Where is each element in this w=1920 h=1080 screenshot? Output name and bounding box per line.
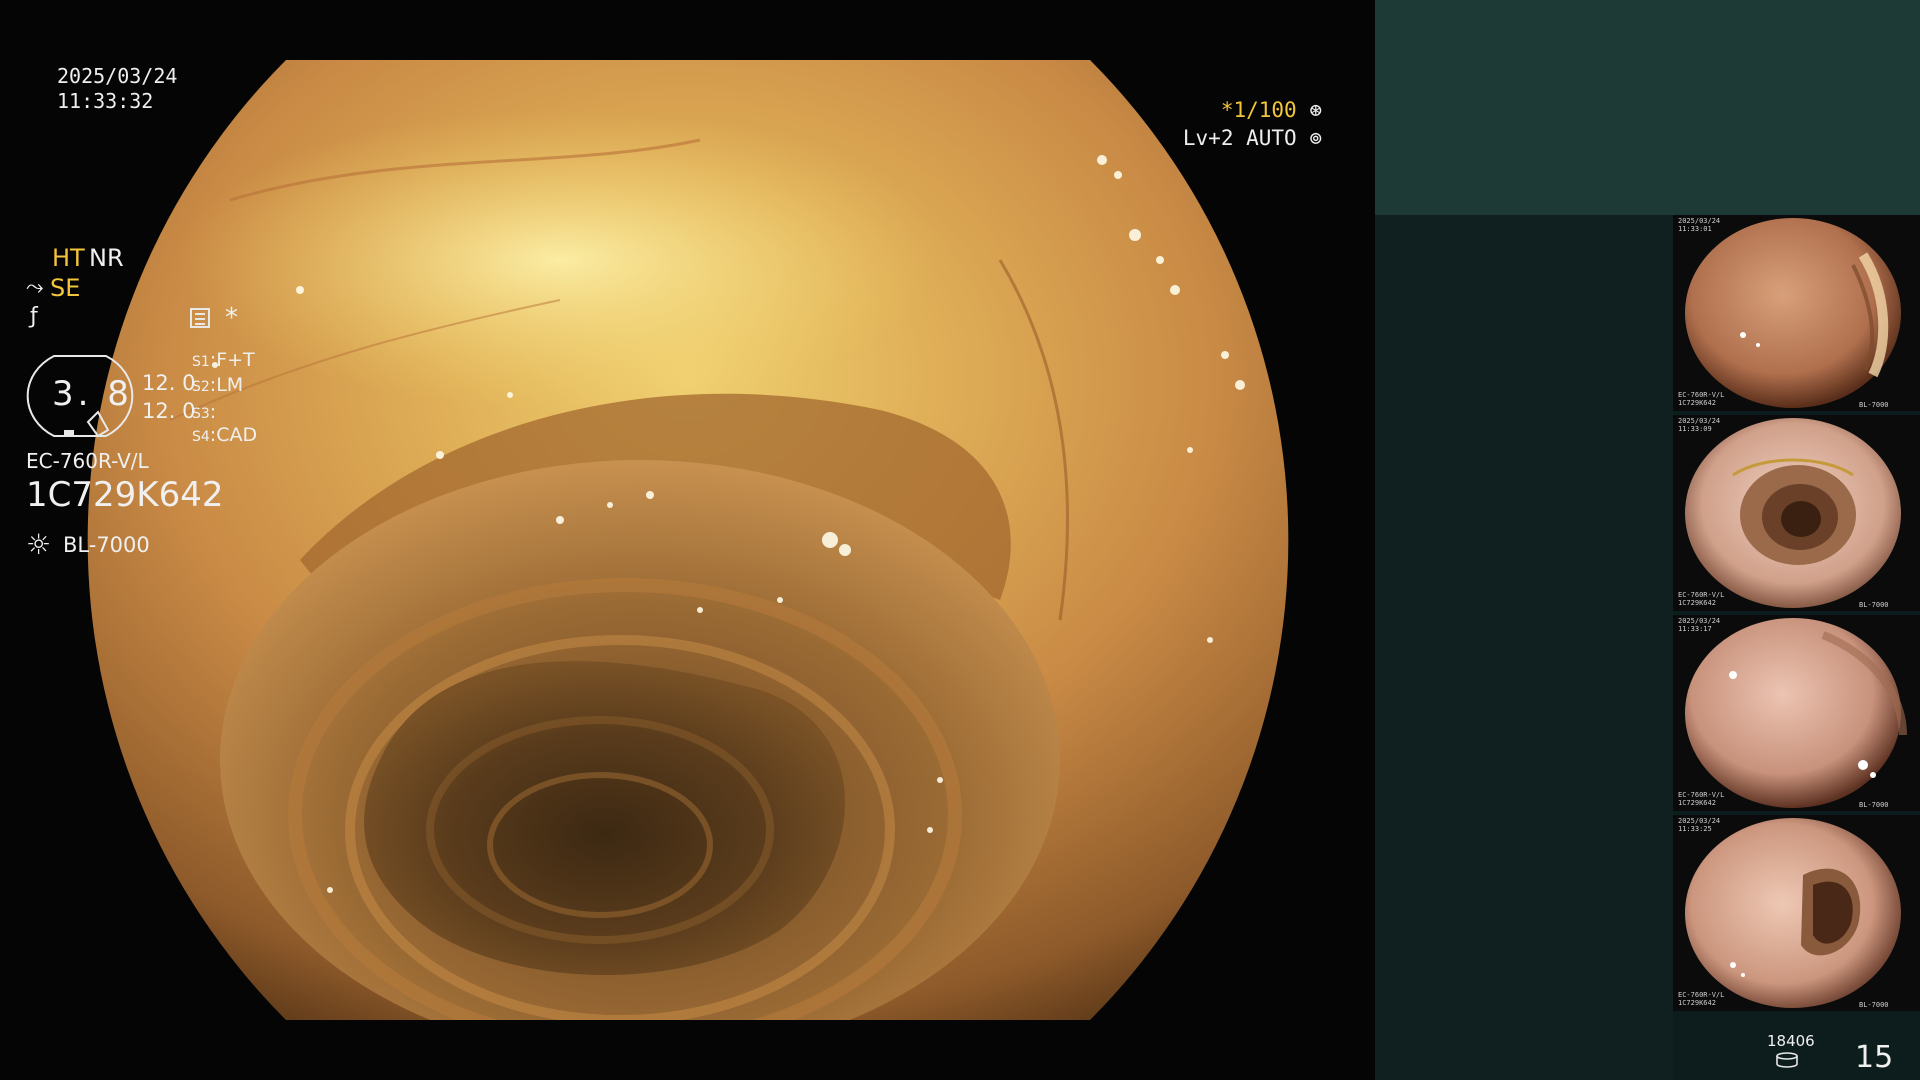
thumbnail-3-date: 2025/03/24	[1678, 617, 1721, 625]
memo-marker: *	[225, 303, 238, 333]
thumbnail-4-date: 2025/03/24	[1678, 817, 1721, 825]
thumbnail-2[interactable]: 2025/03/24 11:33:09 EC-760R-V/L 1C729K64…	[1673, 415, 1920, 611]
memo-icon	[190, 308, 210, 328]
thumbnail-3-model: EC-760R-V/L	[1678, 791, 1725, 799]
storage-image-count: 18406	[1767, 1032, 1815, 1050]
switch-s1-key: S1	[192, 354, 210, 370]
thumbnail-1[interactable]: 2025/03/24 11:33:01 EC-760R-V/L 1C729K64…	[1673, 215, 1920, 411]
live-endoscope-view: 2025/03/24 11:33:32 *1/100 ⊛ Lv+2 AUTO ⊚	[0, 0, 1375, 1080]
thumbnail-3-serial: 1C729K642	[1678, 799, 1716, 807]
panel-header-area	[1375, 0, 1920, 215]
thumbnail-1-light: BL-7000	[1859, 401, 1889, 409]
switch-s1-value: F+T	[216, 349, 255, 371]
thumbnail-2-light: BL-7000	[1859, 601, 1889, 609]
exam-time: 11:33:32	[57, 89, 154, 113]
switch-s2: S2:LM	[192, 374, 244, 396]
thumbnail-2-serial: 1C729K642	[1678, 599, 1716, 607]
thumbnail-3-light: BL-7000	[1859, 801, 1889, 809]
thumbnail-2-time: 11:33:09	[1678, 425, 1712, 433]
shutter-speed: *1/100 ⊛	[1221, 98, 1322, 122]
gain-value-2: 12. 0	[142, 399, 196, 423]
thumbnail-1-serial: 1C729K642	[1678, 399, 1716, 407]
switch-s3: S3:	[192, 401, 217, 423]
thumbnail-2-model: EC-760R-V/L	[1678, 591, 1725, 599]
thumbnail-3[interactable]: 2025/03/24 11:33:17 EC-760R-V/L 1C729K64…	[1673, 615, 1920, 811]
thumbnail-4-light: BL-7000	[1859, 1001, 1889, 1009]
level-value: Lv+2 AUTO	[1182, 126, 1297, 150]
thumbnail-4-serial: 1C729K642	[1678, 999, 1716, 1007]
ht-mode-indicator: HT	[52, 244, 85, 272]
switch-s3-key: S3	[192, 406, 210, 422]
thumbnail-2-date: 2025/03/24	[1678, 417, 1721, 425]
captured-image-count: 15	[1855, 1040, 1894, 1075]
thumbnail-1-time: 11:33:01	[1678, 225, 1712, 233]
gain-value-1: 12. 0	[142, 371, 196, 395]
thumbnail-4-image	[1685, 818, 1901, 1008]
switch-s4-key: S4	[192, 429, 210, 445]
thumbnail-2-image	[1685, 418, 1901, 608]
thumbnail-4[interactable]: 2025/03/24 11:33:25 EC-760R-V/L 1C729K64…	[1673, 815, 1920, 1011]
switch-s1: S1:F+T	[192, 349, 255, 371]
switch-s2-key: S2	[192, 379, 210, 395]
thumbnail-1-model: EC-760R-V/L	[1678, 391, 1725, 399]
thumbnail-3-time: 11:33:17	[1678, 625, 1712, 633]
storage-icon	[1776, 1052, 1798, 1068]
nr-mode-indicator: NR	[89, 244, 124, 272]
light-source-icon: ☼	[26, 528, 52, 561]
switch-s2-value: LM	[216, 374, 244, 396]
gauge-value: 3. 8	[52, 374, 133, 414]
switch-s4-value: CAD	[216, 424, 258, 446]
thumbnail-1-date: 2025/03/24	[1678, 217, 1721, 225]
thumbnail-4-model: EC-760R-V/L	[1678, 991, 1725, 999]
aperture-icon: ⊛	[1309, 98, 1322, 122]
captured-thumbnails: 2025/03/24 11:33:01 EC-760R-V/L 1C729K64…	[1673, 215, 1920, 1019]
switch-s4: S4:CAD	[192, 424, 258, 446]
exam-date: 2025/03/24	[57, 64, 178, 88]
endoscope-image	[87, 60, 1289, 1020]
thumbnail-4-time: 11:33:25	[1678, 825, 1712, 833]
freeze-icon: ƒ	[30, 304, 38, 329]
exposure-level: Lv+2 AUTO ⊚	[1183, 126, 1322, 150]
scope-model: EC-760R-V/L	[26, 449, 149, 473]
se-mode-indicator: SE	[50, 274, 81, 302]
thumbnail-1-image	[1685, 218, 1901, 408]
light-source-model: BL-7000	[63, 533, 150, 557]
panel-info-area	[1375, 215, 1673, 1080]
scope-serial: 1C729K642	[26, 475, 224, 515]
auto-iris-icon: ⊚	[1309, 126, 1322, 150]
shutter-value: *1/100	[1220, 98, 1297, 122]
thumbnail-3-image	[1685, 618, 1907, 808]
structure-enhance-icon: ⤳	[26, 275, 44, 300]
